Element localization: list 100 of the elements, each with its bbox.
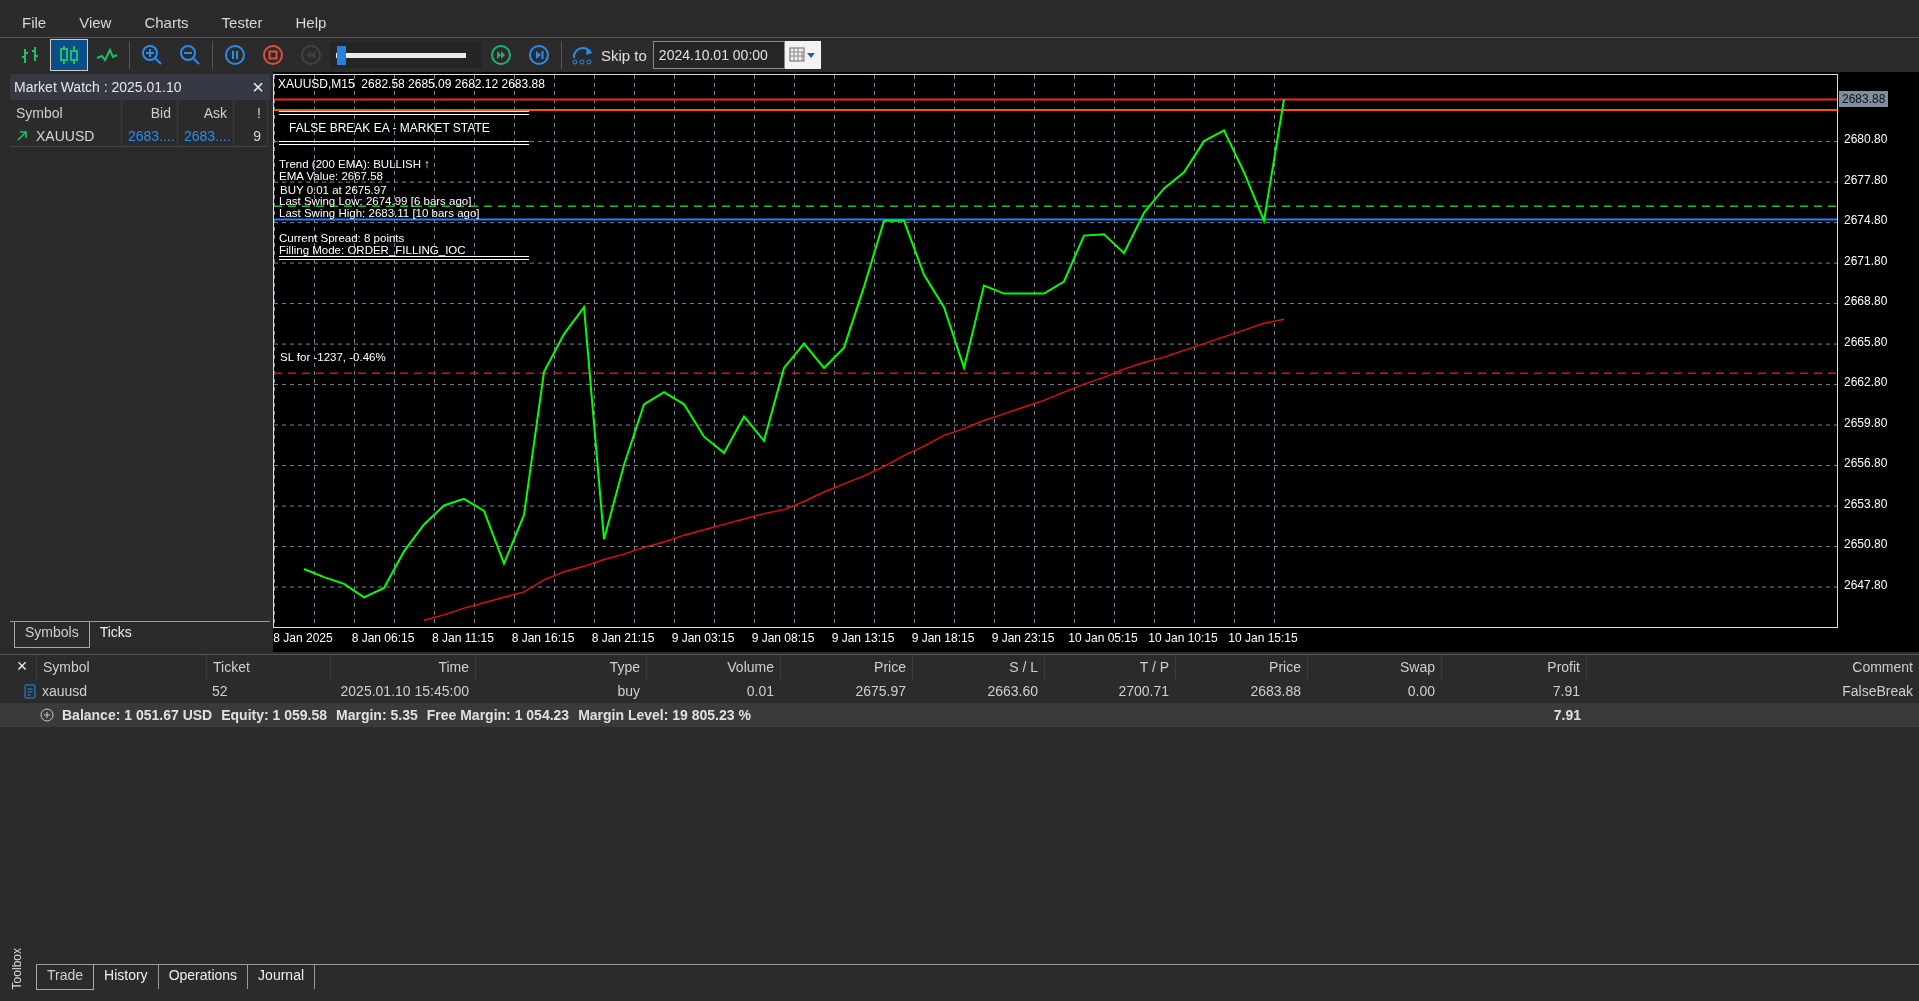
- axis-label: 2659.80: [1844, 415, 1888, 430]
- close-button[interactable]: ×: [252, 77, 264, 97]
- axis-label: 8 Jan 06:15: [351, 631, 415, 645]
- axis-label: 2665.80: [1844, 334, 1888, 349]
- axis-label: 10 Jan 15:15: [1228, 631, 1298, 645]
- bid-cell: 2683....: [122, 126, 178, 147]
- column-header[interactable]: T / P: [1044, 655, 1175, 679]
- table-cell-text: 2663.60: [986, 682, 1039, 701]
- axis-label: 8 Jan 21:15: [591, 631, 655, 645]
- axis-label: 2671.80: [1844, 253, 1888, 268]
- axis-label: 10 Jan 05:15: [1068, 631, 1138, 645]
- zoom-out-icon: [179, 44, 201, 66]
- table-cell-text: 0.01: [745, 682, 775, 701]
- axis-label: 2647.80: [1844, 577, 1888, 592]
- fast-forward-icon: [490, 44, 512, 66]
- axis-label: 10 Jan 10:15: [1148, 631, 1218, 645]
- column-header[interactable]: Price: [1175, 655, 1307, 679]
- menu-item[interactable]: Tester: [221, 14, 280, 31]
- column-header[interactable]: Volume: [646, 655, 780, 679]
- menu-item[interactable]: File: [22, 14, 64, 31]
- axis-label: 2680.80: [1844, 132, 1888, 147]
- expand-icon[interactable]: [40, 708, 54, 722]
- axis-label: 9 Jan 23:15: [991, 631, 1055, 645]
- chart-title: XAUUSD,M15 2682.58 2685.09 2682.12 2683.88: [278, 77, 545, 91]
- column-header[interactable]: Symbol: [10, 100, 122, 126]
- axis-label: 2656.80: [1844, 456, 1888, 471]
- line-label: BUY 0.01 at 2675.97: [280, 184, 387, 197]
- panel-tab[interactable]: History: [94, 965, 159, 989]
- table-cell-text: buy: [616, 682, 641, 701]
- axis-label: 9 Jan 08:15: [751, 631, 815, 645]
- table-cell-text: 2675.97: [854, 682, 907, 701]
- candlestick-icon: [58, 45, 80, 65]
- table-cell-text: 0.00: [1406, 682, 1436, 701]
- price-label: 2683.88: [1839, 90, 1889, 107]
- ask-cell: 2683....: [178, 126, 234, 147]
- rewind-icon: [300, 44, 322, 66]
- axis-label: 2662.80: [1844, 375, 1888, 390]
- account-summary: Equity: 1 059.58: [221, 707, 328, 723]
- panel-tab[interactable]: Journal: [248, 965, 316, 989]
- total-profit: 7.91: [1552, 707, 1581, 723]
- column-header[interactable]: Time: [330, 655, 475, 679]
- panel-tab[interactable]: Symbols: [14, 622, 90, 648]
- column-header[interactable]: Swap: [1307, 655, 1441, 679]
- axis-label: 2650.80: [1844, 537, 1888, 551]
- status-text: EMA Value: 2667.58: [279, 170, 384, 182]
- date-field[interactable]: 2024.10.01 00:00: [652, 41, 785, 69]
- candles-chart-button[interactable]: [50, 39, 88, 71]
- column-header[interactable]: !: [234, 100, 268, 126]
- axis-label: 2653.80: [1844, 496, 1888, 511]
- close-button[interactable]: ×: [0, 655, 36, 679]
- skip-to-button[interactable]: Skip to: [565, 40, 653, 70]
- axis-label: 9 Jan 13:15: [831, 631, 895, 645]
- table-cell-text: FalseBreak: [1841, 682, 1914, 701]
- column-header[interactable]: Symbol: [36, 655, 206, 679]
- spread-cell: 9: [234, 126, 268, 147]
- skip-to-end-icon: [528, 44, 550, 66]
- column-header[interactable]: Comment: [1586, 655, 1919, 679]
- status-text: Last Swing Low: 2674.99 [6 bars ago]: [279, 195, 473, 207]
- axis-label: 2674.80: [1844, 213, 1888, 228]
- calendar-dropdown-icon[interactable]: [784, 41, 821, 69]
- column-header[interactable]: Ticket: [206, 655, 330, 679]
- table-cell-text: 2683.88: [1249, 682, 1302, 701]
- zoom-in-icon: [141, 44, 163, 66]
- menu-item[interactable]: Charts: [144, 14, 206, 31]
- axis-label: 2668.80: [1844, 294, 1888, 309]
- account-summary: Margin: 5.35: [336, 707, 418, 723]
- column-header[interactable]: Type: [475, 655, 646, 679]
- axis-label: 2677.80: [1844, 172, 1888, 187]
- symbol-name: XAUUSD: [36, 127, 95, 146]
- status-text: Current Spread: 8 points: [279, 232, 406, 244]
- pause-icon: [224, 44, 246, 66]
- axis-label: 8 Jan 2025: [273, 631, 333, 645]
- speed-slider[interactable]: [330, 42, 482, 68]
- column-header[interactable]: Profit: [1441, 655, 1586, 679]
- panel-title: FALSE BREAK EA - MARKET STATE: [288, 120, 491, 137]
- column-header[interactable]: Bid: [122, 100, 178, 126]
- slider-thumb[interactable]: [336, 45, 346, 65]
- toolbox-label[interactable]: Toolbox: [10, 947, 26, 989]
- line-label: SL for -1237, -0.46%: [280, 351, 386, 364]
- symbol-cell[interactable]: XAUUSD: [10, 126, 122, 147]
- menu-item[interactable]: Help: [295, 14, 344, 31]
- account-summary: Margin Level: 19 805.23 %: [578, 707, 751, 723]
- account-summary: Balance: 1 051.67 USD: [62, 707, 213, 723]
- panel-tab[interactable]: Operations: [158, 965, 249, 989]
- status-text: Last Swing High: 2683.11 [10 bars ago]: [279, 207, 481, 219]
- axis-label: 9 Jan 03:15: [671, 631, 735, 645]
- axis-label: 8 Jan 11:15: [432, 631, 494, 645]
- table-cell-text: 7.91: [1551, 682, 1581, 701]
- column-header[interactable]: S / L: [912, 655, 1044, 679]
- table-cell-text: 2025.01.10 15:45:00: [339, 682, 470, 701]
- panel-tab[interactable]: Trade: [36, 965, 95, 990]
- menu-item[interactable]: View: [79, 14, 129, 31]
- table-cell-text: 52: [211, 682, 229, 701]
- axis-label: 8 Jan 16:15: [511, 631, 575, 645]
- status-text: Trend (200 EMA): BULLISH ↑: [279, 158, 432, 170]
- panel-title: Market Watch : 2025.01.10: [14, 79, 182, 95]
- table-cell-text: xauusd: [41, 682, 89, 701]
- column-header[interactable]: Ask: [178, 100, 234, 126]
- column-header[interactable]: Price: [780, 655, 912, 679]
- panel-tab[interactable]: Ticks: [89, 622, 142, 648]
